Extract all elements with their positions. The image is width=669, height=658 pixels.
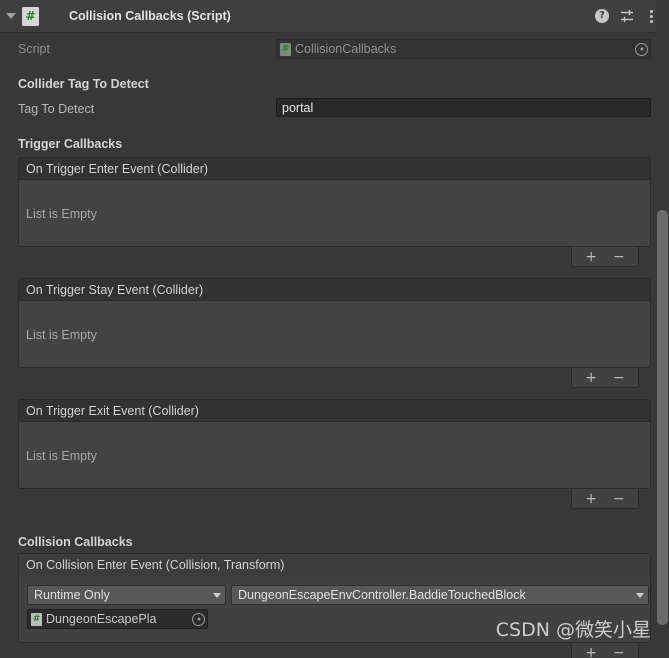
on-trigger-exit-remove-button[interactable]: − (613, 492, 625, 506)
chevron-down-icon (636, 592, 644, 598)
help-glyph: ? (595, 9, 609, 23)
callback-mode-value: Runtime Only (34, 588, 110, 602)
component-title: Collision Callbacks (Script) (69, 9, 231, 23)
hash-glyph: # (25, 9, 36, 23)
unity-inspector-panel: # Collision Callbacks (Script) ? Script (0, 0, 669, 658)
on-trigger-enter-body[interactable]: List is Empty (19, 180, 650, 246)
on-trigger-exit-add-button[interactable]: + (585, 492, 597, 506)
object-picker-icon[interactable] (192, 612, 205, 626)
script-label: Script (18, 42, 50, 56)
on-trigger-enter-addremove: + − (571, 247, 639, 267)
callback-target-object-name: DungeonEscapePla (46, 612, 157, 626)
on-collision-enter-remove-button[interactable]: − (613, 646, 625, 658)
callback-mode-dropdown[interactable]: Runtime Only (27, 585, 226, 605)
script-object-field[interactable]: # CollisionCallbacks (276, 39, 651, 59)
tag-to-detect-input[interactable]: portal (276, 98, 651, 117)
callback-function-dropdown[interactable]: DungeonEscapeEnvController.BaddieTouched… (231, 585, 649, 605)
on-trigger-exit-list: On Trigger Exit Event (Collider) List is… (18, 399, 651, 489)
preset-icon[interactable] (620, 9, 635, 23)
collision-callbacks-title: Collision Callbacks (18, 535, 133, 549)
help-icon[interactable]: ? (595, 9, 609, 23)
on-collision-enter-addremove: + − (571, 643, 639, 658)
callback-function-value: DungeonEscapeEnvController.BaddieTouched… (238, 588, 526, 602)
on-trigger-stay-remove-button[interactable]: − (613, 371, 625, 385)
on-collision-enter-header: On Collision Enter Event (Collision, Tra… (19, 554, 650, 576)
on-collision-enter-body: Runtime Only DungeonEscapeEnvController.… (19, 576, 650, 642)
on-collision-enter-event: On Collision Enter Event (Collision, Tra… (18, 553, 651, 643)
on-trigger-stay-body[interactable]: List is Empty (19, 301, 650, 367)
on-trigger-exit-empty-text: List is Empty (26, 448, 97, 463)
on-collision-enter-add-button[interactable]: + (585, 646, 597, 658)
on-trigger-enter-remove-button[interactable]: − (613, 250, 625, 264)
on-trigger-exit-addremove: + − (571, 489, 639, 509)
tag-to-detect-value: portal (282, 100, 314, 115)
on-trigger-stay-add-button[interactable]: + (585, 371, 597, 385)
script-file-icon: # (31, 612, 42, 626)
component-foldout-toggle[interactable] (0, 0, 22, 33)
callback-target-object-field[interactable]: # DungeonEscapePla (27, 609, 208, 629)
on-trigger-enter-header: On Trigger Enter Event (Collider) (19, 158, 650, 180)
on-trigger-enter-add-button[interactable]: + (585, 250, 597, 264)
component-header[interactable]: # Collision Callbacks (Script) ? (0, 0, 669, 33)
trigger-callbacks-title: Trigger Callbacks (18, 137, 123, 151)
on-trigger-exit-body[interactable]: List is Empty (19, 422, 650, 488)
vertical-scrollbar-thumb[interactable] (657, 210, 668, 625)
on-trigger-exit-header: On Trigger Exit Event (Collider) (19, 400, 650, 422)
chevron-down-icon (6, 13, 16, 19)
on-trigger-stay-list: On Trigger Stay Event (Collider) List is… (18, 278, 651, 368)
on-trigger-stay-header: On Trigger Stay Event (Collider) (19, 279, 650, 301)
tag-to-detect-row: Tag To Detect (18, 99, 94, 118)
script-file-icon: # (280, 42, 291, 56)
on-trigger-enter-empty-text: List is Empty (26, 206, 97, 221)
chevron-down-icon (213, 592, 221, 598)
csharp-script-icon: # (22, 6, 39, 26)
script-object-name: CollisionCallbacks (295, 42, 397, 56)
object-picker-icon[interactable] (635, 42, 648, 56)
collider-tag-section-title: Collider Tag To Detect (18, 77, 149, 91)
on-trigger-stay-addremove: + − (571, 368, 639, 388)
vertical-scrollbar-track[interactable] (656, 0, 669, 658)
on-trigger-stay-empty-text: List is Empty (26, 327, 97, 342)
on-trigger-enter-list: On Trigger Enter Event (Collider) List i… (18, 157, 651, 247)
tag-to-detect-label: Tag To Detect (18, 101, 95, 116)
preset-slider-icon (621, 9, 633, 23)
